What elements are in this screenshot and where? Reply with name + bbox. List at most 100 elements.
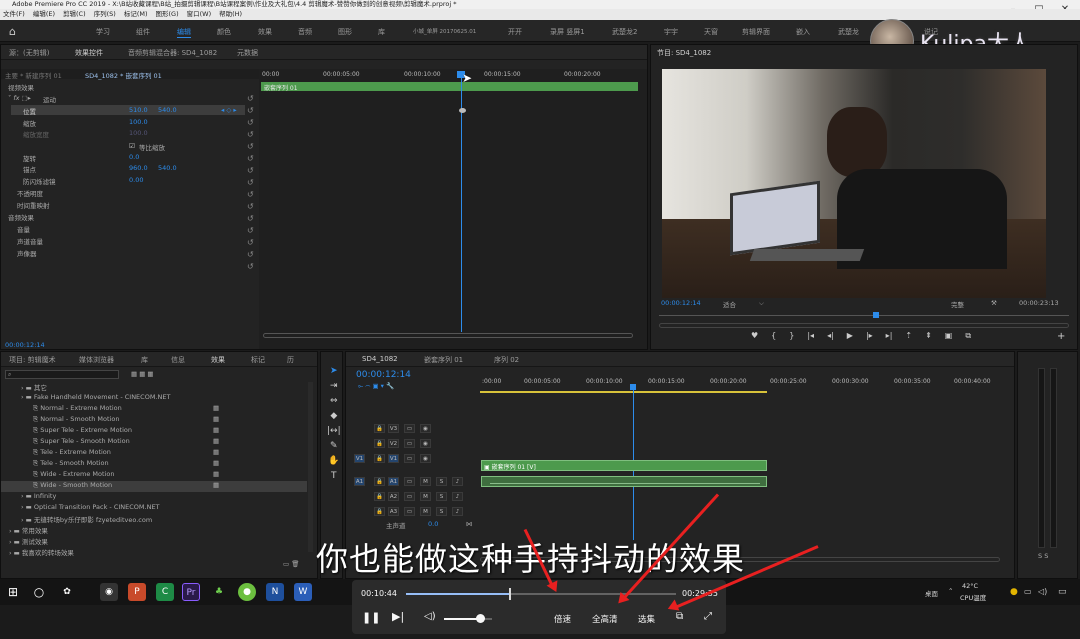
next-icon[interactable]: ▶| xyxy=(392,610,404,623)
mute-button[interactable]: M xyxy=(420,507,431,516)
reset-icons[interactable]: ↺ ↺ ↺ ↺ ↺ ↺ ↺ ↺ ↺ ↺ ↺ ↺ ↺ ↺ ↺ xyxy=(247,93,257,271)
episodes-button[interactable]: 选集 xyxy=(638,613,655,625)
notification-icon[interactable]: ▭ xyxy=(1058,587,1067,597)
home-icon[interactable]: ⌂ xyxy=(9,25,16,38)
track-name[interactable]: V2 xyxy=(388,439,399,448)
ripple-edit-icon[interactable]: ⇔ xyxy=(327,394,341,409)
work-area-bar[interactable] xyxy=(480,391,767,393)
effect-item[interactable]: › ▬ 其它 xyxy=(1,382,307,393)
ws-custom-5[interactable]: 宇宇 xyxy=(664,27,678,37)
anchor-x[interactable]: 960.0 xyxy=(129,164,148,172)
tab-markers[interactable]: 标记 xyxy=(251,355,265,365)
razor-icon[interactable]: ◆ xyxy=(327,409,341,424)
track-select-icon[interactable]: ⇥ xyxy=(327,379,341,394)
effects-search-input[interactable]: ⌕ xyxy=(5,370,119,379)
tab-nested-sequence[interactable]: 嵌套序列 01 xyxy=(424,355,463,365)
premiere-icon[interactable]: Pr xyxy=(182,583,200,601)
ws-assembly[interactable]: 组件 xyxy=(136,27,150,37)
tab-project[interactable]: 项目: 剪辑魔术 xyxy=(9,355,56,365)
effect-item[interactable]: ⎘ Super Tele - Smooth Motion ▦ xyxy=(1,437,307,448)
preset-filter-icons[interactable]: ▦ ▦ ▦ xyxy=(131,370,154,378)
position-x[interactable]: 510.0 xyxy=(129,106,148,114)
sync-lock-icon[interactable]: ▭ xyxy=(404,454,415,463)
time-remap-label[interactable]: 时间重映射 xyxy=(17,200,50,210)
track-name[interactable]: A2 xyxy=(388,492,399,501)
task-view-icon[interactable]: ✿ xyxy=(58,583,76,601)
chrome-icon[interactable]: ◉ xyxy=(100,583,118,601)
quality-button[interactable]: 全高清 xyxy=(592,613,618,625)
position-y[interactable]: 540.0 xyxy=(158,106,177,114)
lift-icon[interactable]: ⇡ xyxy=(905,331,912,343)
camera-icon[interactable]: ▣ xyxy=(945,331,953,343)
green-app-icon[interactable]: ● xyxy=(238,583,256,601)
effect-item[interactable]: › ▬ 无缝转场by乐仔即影 fzyeteditveo.com xyxy=(1,514,307,525)
menu-clip[interactable]: 剪辑(C) xyxy=(63,9,86,20)
extract-icon[interactable]: ⇞ xyxy=(925,331,932,343)
menu-markers[interactable]: 标记(M) xyxy=(124,9,148,20)
antiflicker-value[interactable]: 0.00 xyxy=(129,176,143,184)
master-track-value[interactable]: 0.0 xyxy=(428,520,438,528)
volume-label[interactable]: 音量 xyxy=(17,224,30,234)
start-icon[interactable]: ⊞ xyxy=(4,583,22,601)
clip-label[interactable]: SD4_1082 * 嵌套序列 01 xyxy=(85,70,162,80)
ws-graphics[interactable]: 图形 xyxy=(338,27,352,37)
pip-icon[interactable]: ⧉ xyxy=(676,611,683,622)
opacity-label[interactable]: 不透明度 xyxy=(17,188,43,198)
player-volume-knob[interactable] xyxy=(476,614,485,623)
menu-sequence[interactable]: 序列(S) xyxy=(94,9,116,20)
fullscreen-icon[interactable]: ⤢ xyxy=(704,611,712,622)
effects-scrollbar[interactable] xyxy=(308,382,313,552)
timeline-ruler[interactable]: :00:00 00:00:05:00 00:00:10:00 00:00:15:… xyxy=(480,374,1014,394)
audio-clip[interactable] xyxy=(481,476,767,487)
ws-custom-9[interactable]: 武楚龙 xyxy=(838,27,859,37)
program-playhead[interactable] xyxy=(873,312,879,318)
tab-history[interactable]: 历 xyxy=(287,355,294,365)
eye-icon[interactable]: ◉ xyxy=(420,439,431,448)
source-patch-video[interactable]: V1 xyxy=(354,454,365,463)
effect-item[interactable]: ⎘ Normal - Extreme Motion ▦ xyxy=(1,404,307,415)
lock-icon[interactable]: 🔒 xyxy=(374,507,385,516)
motion-label[interactable]: 运动 xyxy=(43,94,56,104)
effect-item[interactable]: ⎘ Super Tele - Extreme Motion ▦ xyxy=(1,426,307,437)
type-tool-icon[interactable]: T xyxy=(327,469,341,484)
ws-custom-4[interactable]: 武楚龙2 xyxy=(612,27,637,37)
fit-chevron-icon[interactable]: ⌵ xyxy=(759,299,764,308)
tab-info[interactable]: 信息 xyxy=(171,355,185,365)
speed-button[interactable]: 倍速 xyxy=(554,613,571,625)
sync-lock-icon[interactable]: ▭ xyxy=(404,424,415,433)
menu-edit[interactable]: 编辑(E) xyxy=(33,9,55,20)
mute-button[interactable]: M xyxy=(420,492,431,501)
effect-item[interactable]: › ▬ Fake Handheld Movement - CINECOM.NET xyxy=(1,393,307,404)
ws-custom-8[interactable]: 嵌入 xyxy=(796,27,810,37)
lock-icon[interactable]: 🔒 xyxy=(374,492,385,501)
quality-select[interactable]: 完整 xyxy=(951,299,964,309)
ws-learn[interactable]: 学习 xyxy=(96,27,110,37)
tab-sequence-sd4[interactable]: SD4_1082 xyxy=(362,355,398,363)
ws-audio[interactable]: 音频 xyxy=(298,27,312,37)
eye-icon[interactable]: ◉ xyxy=(420,424,431,433)
channel-volume-label[interactable]: 声道音量 xyxy=(17,236,43,246)
solo-button[interactable]: S xyxy=(436,477,447,486)
solo-buttons[interactable]: S S xyxy=(1038,552,1048,560)
anchor-y[interactable]: 540.0 xyxy=(158,164,177,172)
ws-custom-2[interactable]: 开开 xyxy=(508,27,522,37)
menu-help[interactable]: 帮助(H) xyxy=(219,9,242,20)
solo-button[interactable]: S xyxy=(436,507,447,516)
wrench-icon[interactable]: ⚒ xyxy=(991,299,997,307)
pen-tool-icon[interactable]: ✎ xyxy=(327,439,341,454)
horizontal-scrollbar[interactable] xyxy=(263,333,633,338)
compare-icon[interactable]: ⧉ xyxy=(965,331,971,343)
lock-icon[interactable]: 🔒 xyxy=(374,439,385,448)
player-progress-knob[interactable] xyxy=(508,588,511,600)
step-back-icon[interactable]: ◂| xyxy=(827,331,834,343)
keyframe-marker[interactable] xyxy=(459,108,466,113)
effect-item[interactable]: › ▬ 测试效果 xyxy=(1,536,307,547)
tab-audio-mixer[interactable]: 音频剪辑混合器: SD4_1082 xyxy=(128,48,217,58)
effect-item[interactable]: ⎘ Wide - Extreme Motion ▦ xyxy=(1,470,307,481)
track-resize-icon[interactable]: ⋈ xyxy=(466,520,473,528)
clover-icon[interactable]: ♣ xyxy=(210,583,228,601)
rotation-value[interactable]: 0.0 xyxy=(129,153,139,161)
marker-icon[interactable]: ♥ xyxy=(751,331,758,343)
timeline-tool-icons[interactable]: ⟜ ⌒ ▣ ▾ 🔧 xyxy=(358,382,394,391)
tab-effects[interactable]: 效果 xyxy=(211,355,225,365)
